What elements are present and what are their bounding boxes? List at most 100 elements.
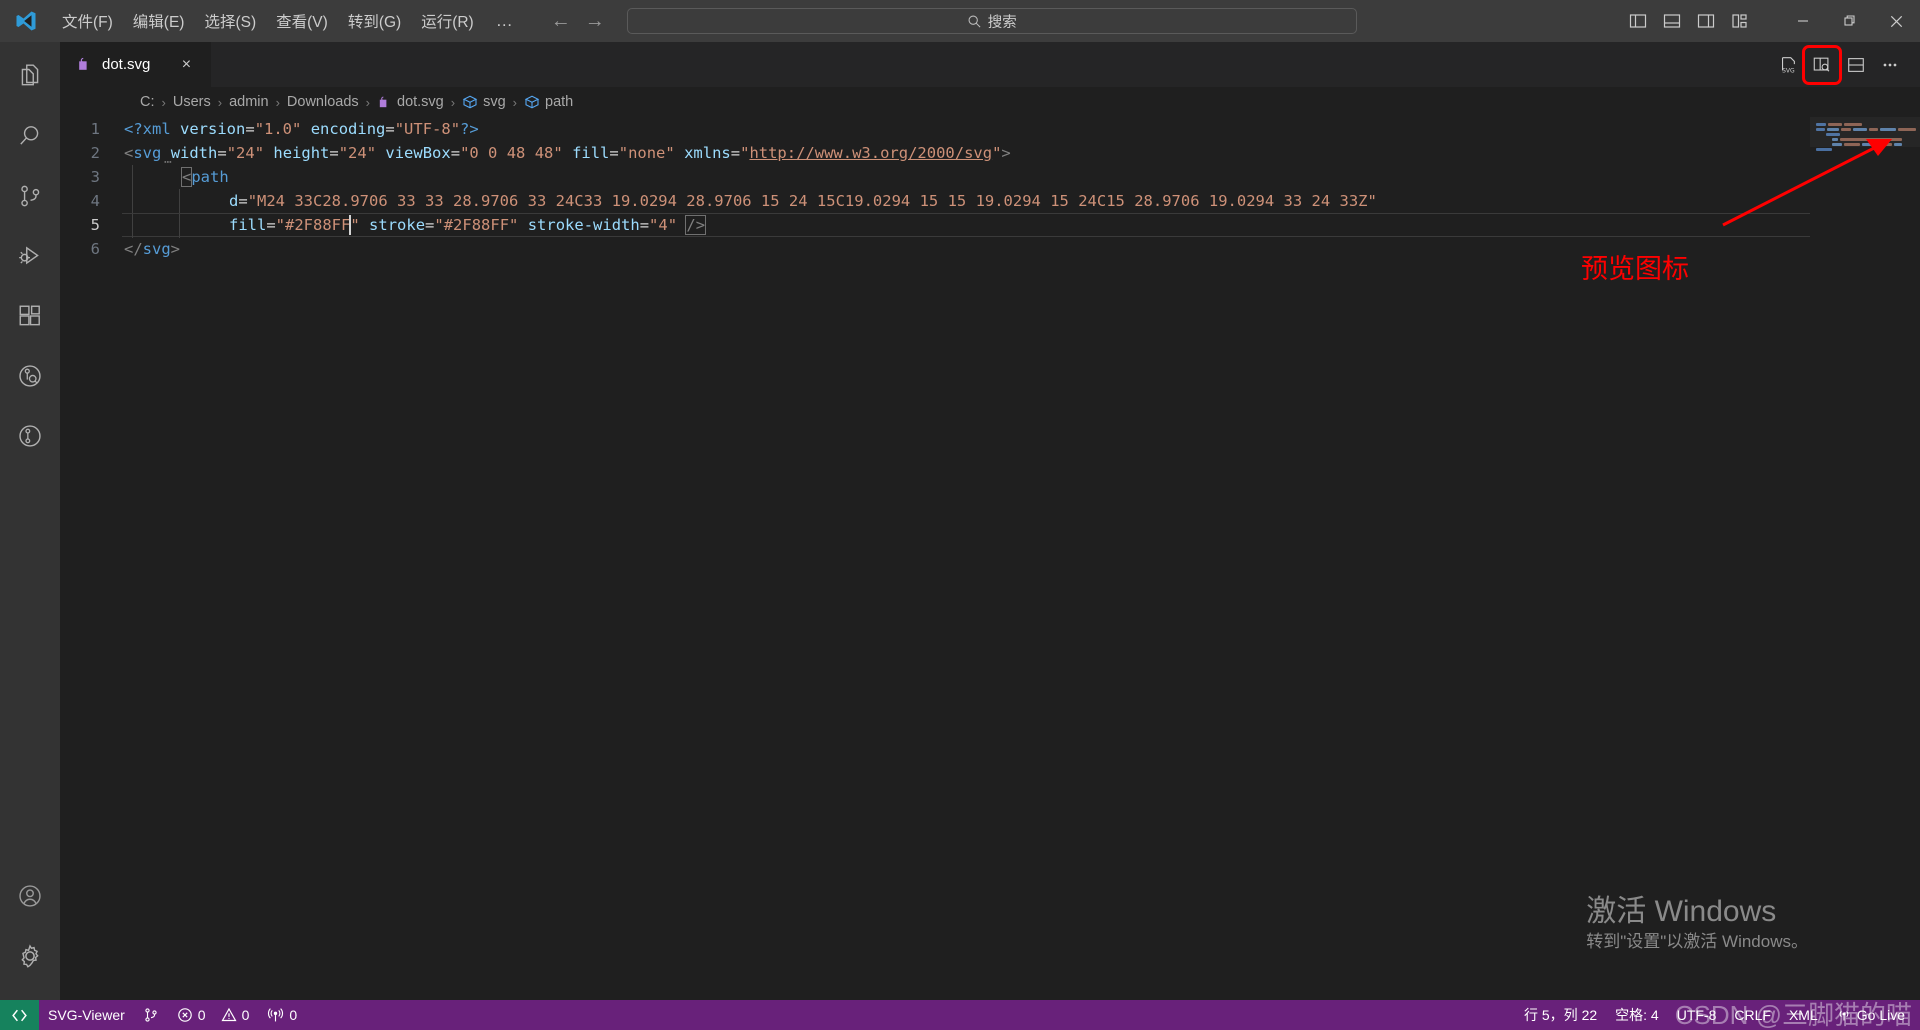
status-language-mode[interactable]: XML	[1780, 1000, 1827, 1030]
attr-stroke: stroke	[369, 216, 426, 234]
error-count: 0	[197, 1007, 206, 1023]
line-number: 4	[90, 192, 100, 210]
svg-text:SVG: SVG	[1782, 67, 1795, 74]
toggle-panel-icon[interactable]	[1655, 4, 1689, 38]
toggle-secondary-sidebar-icon[interactable]	[1689, 4, 1723, 38]
menu-selection[interactable]: 选择(S)	[194, 0, 266, 42]
breadcrumb-file-label: dot.svg	[397, 94, 444, 110]
value-stroke-color: "#2F88FF"	[434, 216, 519, 234]
status-svg-viewer[interactable]: SVG-Viewer	[39, 1000, 134, 1030]
status-cursor-position[interactable]: 行 5，列 22	[1515, 1000, 1606, 1030]
breadcrumb-separator: ›	[365, 94, 370, 110]
value-path-d: "M24 33C28.9706 33 33 28.9706 33 24C33 1…	[247, 192, 1377, 210]
code-line[interactable]: 6 </svg >	[60, 237, 1920, 261]
quote-close: "	[350, 216, 360, 234]
sidebar-item-source-control[interactable]	[0, 166, 60, 226]
status-indentation[interactable]: 空格: 4	[1606, 1000, 1668, 1030]
open-preview-to-the-side-icon[interactable]	[1802, 44, 1842, 85]
code-line[interactable]: 3 ⋯ < path	[60, 155, 1920, 189]
breadcrumb-separator: ›	[450, 94, 456, 110]
attr-fill: fill	[229, 216, 267, 234]
line-content: fill = " #2F88FF " stroke = "#2F88FF" stroke-w…	[122, 213, 1920, 238]
ports-count: 0	[289, 1007, 298, 1023]
line-number: 6	[90, 240, 100, 258]
status-eol[interactable]: CRLF	[1725, 1000, 1780, 1030]
code-editor[interactable]: 1 <?xml version = "1.0" encoding = "UTF-8" ?>…	[60, 117, 1920, 1000]
code-line[interactable]: 2 < svg width = "24" height = "24" viewBox = "0…	[60, 141, 1920, 165]
breadcrumb-item-downloads[interactable]: Downloads	[287, 94, 359, 110]
breadcrumb-item-file[interactable]: dot.svg	[377, 94, 444, 110]
more-actions-icon[interactable]	[1874, 49, 1906, 81]
value-version: "1.0"	[254, 120, 302, 138]
folding-dots[interactable]: ⋯	[164, 155, 173, 170]
minimap-slider[interactable]	[1810, 117, 1920, 147]
attr-stroke-width: stroke-width	[527, 216, 640, 234]
broadcast-icon	[1836, 1007, 1852, 1023]
accounts-button[interactable]	[0, 866, 60, 926]
warning-count: 0	[241, 1007, 250, 1023]
toggle-primary-sidebar-icon[interactable]	[1621, 4, 1655, 38]
status-git-branch[interactable]	[134, 1000, 168, 1030]
search-icon	[17, 123, 43, 149]
breadcrumb-item-users[interactable]: Users	[173, 94, 211, 110]
minimize-icon[interactable]	[1779, 0, 1826, 42]
xmlns-url-link[interactable]: http://www.w3.org/2000/svg	[749, 144, 992, 162]
split-editor-down-icon[interactable]	[1840, 49, 1872, 81]
tag-open-bracket: <	[124, 144, 134, 162]
tab-dot-svg[interactable]: dot.svg ×	[60, 42, 213, 87]
run-debug-icon	[17, 243, 43, 269]
value-encoding: "UTF-8"	[394, 120, 461, 138]
menu-file[interactable]: 文件(F)	[52, 0, 123, 42]
account-icon	[17, 883, 43, 909]
sidebar-item-gitlens[interactable]	[0, 406, 60, 466]
attr-d: d	[229, 192, 239, 210]
go-forward-icon[interactable]: →	[585, 11, 605, 31]
sidebar-item-search[interactable]	[0, 106, 60, 166]
breadcrumb-item-drive[interactable]: C:	[140, 94, 155, 110]
files-icon	[17, 63, 43, 89]
breadcrumb-item-admin[interactable]: admin	[229, 94, 269, 110]
minimap-line	[1816, 148, 1916, 151]
status-go-live[interactable]: Go Live	[1827, 1000, 1914, 1030]
menu-run[interactable]: 运行(R)	[411, 0, 484, 42]
code-line[interactable]: 1 <?xml version = "1.0" encoding = "UTF-8" ?>	[60, 117, 1920, 141]
sidebar-item-explorer[interactable]	[0, 46, 60, 106]
breadcrumb-separator: ›	[217, 94, 223, 110]
breadcrumb-separator: ›	[512, 94, 518, 110]
line-content: <?xml version = "1.0" encoding = "UTF-8" ?>	[124, 120, 479, 138]
tab-label: dot.svg	[102, 56, 151, 73]
gitlens-inspect-icon	[17, 363, 43, 389]
remote-window-indicator[interactable]	[0, 1000, 39, 1030]
equals-sign: =	[238, 192, 248, 210]
customize-layout-icon[interactable]	[1723, 4, 1757, 38]
close-icon[interactable]	[1873, 0, 1920, 42]
manage-settings-button[interactable]	[0, 926, 60, 986]
status-ports[interactable]: 0	[258, 1000, 306, 1030]
minimap[interactable]	[1810, 117, 1920, 1000]
menu-view[interactable]: 查看(V)	[266, 0, 338, 42]
radio-tower-icon	[267, 1007, 284, 1024]
code-lines: 1 <?xml version = "1.0" encoding = "UTF-8" ?>…	[60, 117, 1920, 1000]
menu-go[interactable]: 转到(G)	[338, 0, 411, 42]
code-line-active[interactable]: 5 fill = " #2F88FF " stroke = "#2F88FF" stroke…	[60, 213, 1920, 238]
search-input[interactable]: 搜索	[626, 8, 1357, 34]
tab-close-icon[interactable]: ×	[175, 54, 197, 76]
breadcrumb-item-symbol-svg[interactable]: svg	[462, 94, 506, 110]
breadcrumb-item-symbol-path[interactable]: path	[524, 94, 573, 110]
go-back-icon[interactable]: ←	[551, 11, 571, 31]
tag-open-bracket: <	[180, 167, 193, 187]
sidebar-item-extensions[interactable]	[0, 286, 60, 346]
status-encoding[interactable]: UTF-8	[1668, 1000, 1726, 1030]
title-bar-right	[1621, 0, 1920, 42]
sidebar-item-gitlens-inspect[interactable]	[0, 346, 60, 406]
value-height: "24"	[338, 144, 377, 162]
status-problems[interactable]: 0 0	[168, 1000, 259, 1030]
code-line[interactable]: 4 d = "M24 33C28.9706 33 33 28.9706 33 24C…	[60, 189, 1920, 213]
menu-edit[interactable]: 编辑(E)	[123, 0, 195, 42]
sidebar-item-run-and-debug[interactable]	[0, 226, 60, 286]
svg-export-icon[interactable]: SVG	[1772, 49, 1804, 81]
remote-window-icon	[11, 1007, 28, 1024]
restore-icon[interactable]	[1826, 0, 1873, 42]
menu-overflow-button[interactable]: …	[484, 0, 525, 42]
symbol-cube-icon	[462, 94, 478, 110]
